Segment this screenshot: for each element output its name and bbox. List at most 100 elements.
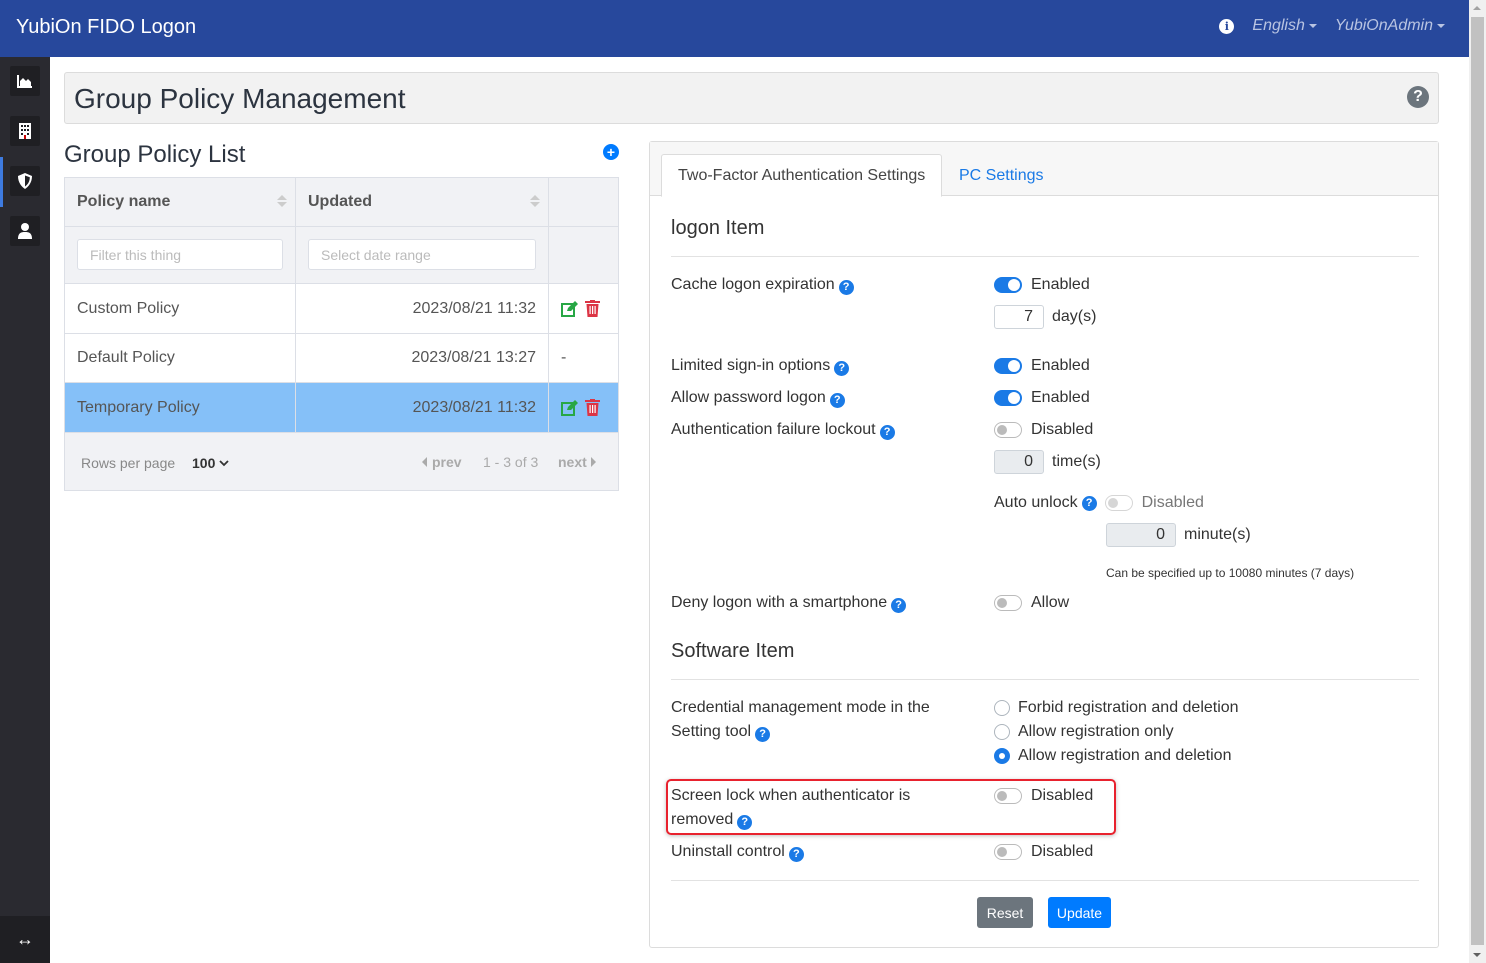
table-row-updated[interactable]: 2023/08/21 11:32 <box>296 284 549 334</box>
table-row-actions <box>549 383 618 433</box>
user-dropdown[interactable]: YubiOnAdmin <box>1335 17 1445 35</box>
caret-down-icon <box>1437 24 1445 28</box>
column-label: Policy name <box>77 193 171 210</box>
toggle-switch[interactable] <box>994 595 1022 611</box>
unit-label: minute(s) <box>1184 526 1251 543</box>
column-label: Updated <box>308 193 372 210</box>
auto-unlock-toggle[interactable] <box>1104 495 1133 511</box>
table-row-name-selected[interactable]: Temporary Policy <box>65 383 296 433</box>
toggle-state-label: Disabled <box>1031 787 1094 804</box>
section-title-logon: logon Item <box>671 217 765 239</box>
tab-two-factor-authentication[interactable]: Two-Factor Authentication Settings <box>661 154 943 197</box>
reset-button[interactable]: Reset <box>977 897 1033 928</box>
trash-icon[interactable] <box>585 399 600 416</box>
rows-per-page-select[interactable]: 100 <box>192 455 229 471</box>
scroll-up-arrow-icon[interactable] <box>1473 6 1481 10</box>
edit-icon[interactable] <box>561 300 579 317</box>
scrollbar-thumb[interactable] <box>1471 17 1484 945</box>
question-circle-icon[interactable]: ? <box>891 597 907 613</box>
toggle-switch[interactable] <box>994 390 1022 406</box>
table-row-updated-selected[interactable]: 2023/08/21 11:32 <box>296 383 549 433</box>
table-row-name[interactable]: Default Policy <box>65 334 296 383</box>
table-row-name[interactable]: Custom Policy <box>65 284 296 334</box>
question-circle-icon[interactable]: ? <box>755 726 771 742</box>
filter-cell-empty <box>549 227 618 284</box>
sidebar: ↔ <box>0 57 50 963</box>
rows-per-page-label: Rows per page <box>81 455 176 471</box>
setting-label-limited-sign-in: Limited sign-in options? <box>671 354 850 378</box>
toggle-state-label: Enabled <box>1031 276 1090 293</box>
policy-name-filter-input[interactable] <box>77 239 283 270</box>
limited-sign-in-toggle[interactable]: Enabled <box>994 354 1090 378</box>
question-circle-icon[interactable]: ? <box>838 279 854 295</box>
toggle-switch[interactable] <box>994 844 1022 860</box>
navbar-right: i English YubiOnAdmin <box>1219 17 1445 35</box>
sidebar-collapse-toggle[interactable]: ↔ <box>0 916 50 963</box>
column-header-updated[interactable]: Updated <box>296 178 549 227</box>
question-circle-icon[interactable]: ? <box>879 424 895 440</box>
toggle-switch[interactable] <box>994 422 1022 438</box>
radio-button[interactable] <box>994 700 1010 716</box>
column-header-policy-name[interactable]: Policy name <box>65 178 296 227</box>
table-row-updated[interactable]: 2023/08/21 13:27 <box>296 334 549 383</box>
radio-button[interactable] <box>994 724 1010 740</box>
table-row-actions <box>549 284 618 334</box>
lockout-count-input[interactable] <box>994 450 1044 474</box>
label-text: Screen lock when authenticator is <box>671 787 911 804</box>
policy-list-title: Group Policy List <box>64 141 246 168</box>
page-header: Group Policy Management ? <box>64 72 1439 124</box>
question-circle-icon[interactable]: ? <box>737 814 753 830</box>
scroll-down-arrow-icon[interactable] <box>1473 953 1481 957</box>
auto-unlock-minutes-input[interactable] <box>1106 523 1176 547</box>
next-page-button[interactable]: next <box>558 454 596 470</box>
info-circle-icon[interactable]: i <box>1219 18 1235 34</box>
toggle-switch[interactable] <box>994 358 1022 374</box>
update-button[interactable]: Update <box>1048 897 1111 928</box>
sidebar-item-group-policy[interactable] <box>10 166 40 196</box>
language-dropdown[interactable]: English <box>1252 17 1317 35</box>
sidebar-item-organization[interactable] <box>10 116 40 146</box>
uninstall-control-toggle[interactable]: Disabled <box>994 840 1093 864</box>
deny-smartphone-toggle[interactable]: Allow <box>994 591 1069 615</box>
question-circle-icon[interactable]: ? <box>829 392 845 408</box>
question-circle-icon[interactable]: ? <box>788 846 804 862</box>
trash-icon[interactable] <box>585 300 600 317</box>
cache-logon-days-field: day(s) <box>994 305 1096 329</box>
label-text: Limited sign-in options <box>671 357 831 374</box>
sort-icon <box>530 195 540 207</box>
settings-tabs: Two-Factor Authentication Settings PC Se… <box>650 142 1438 197</box>
auto-unlock-label: Auto unlock <box>994 494 1078 511</box>
radio-button-selected[interactable] <box>994 748 1010 764</box>
edit-icon[interactable] <box>561 399 579 416</box>
question-circle-icon[interactable]: ? <box>834 360 850 376</box>
label-text: Uninstall control <box>671 843 785 860</box>
sidebar-item-dashboard[interactable] <box>10 66 40 96</box>
auto-unlock-row: Auto unlock? Disabled <box>994 491 1204 515</box>
tab-pc-settings[interactable]: PC Settings <box>943 154 1059 197</box>
help-icon[interactable]: ? <box>1407 86 1429 108</box>
filter-cell-name <box>65 227 296 284</box>
setting-label-cache-logon-expiration: Cache logon expiration? <box>671 273 854 297</box>
credential-mode-option-forbid[interactable]: Forbid registration and deletion <box>994 696 1239 720</box>
app-title[interactable]: YubiOn FIDO Logon <box>16 16 196 39</box>
date-range-filter-input[interactable] <box>308 239 536 270</box>
toggle-switch[interactable] <box>994 788 1022 804</box>
screen-lock-toggle[interactable]: Disabled <box>994 784 1093 808</box>
prev-page-button[interactable]: prev <box>422 454 462 470</box>
add-policy-button[interactable]: + <box>603 144 619 160</box>
table-row-no-actions: - <box>549 334 618 383</box>
cache-logon-days-input[interactable] <box>994 305 1044 329</box>
auth-failure-lockout-toggle[interactable]: Disabled <box>994 418 1093 442</box>
sidebar-item-users[interactable] <box>10 216 40 246</box>
cache-logon-expiration-toggle[interactable]: Enabled <box>994 273 1090 297</box>
sort-icon <box>277 195 287 207</box>
page-scrollbar[interactable] <box>1469 0 1486 963</box>
credential-mode-option-registration-only[interactable]: Allow registration only <box>994 720 1174 744</box>
credential-mode-option-registration-and-deletion[interactable]: Allow registration and deletion <box>994 744 1231 768</box>
language-label: English <box>1252 17 1305 34</box>
question-circle-icon[interactable]: ? <box>1081 495 1097 511</box>
toggle-state-label: Disabled <box>1031 843 1094 860</box>
allow-password-logon-toggle[interactable]: Enabled <box>994 386 1090 410</box>
toggle-switch[interactable] <box>994 277 1022 293</box>
filter-cell-date <box>296 227 549 284</box>
